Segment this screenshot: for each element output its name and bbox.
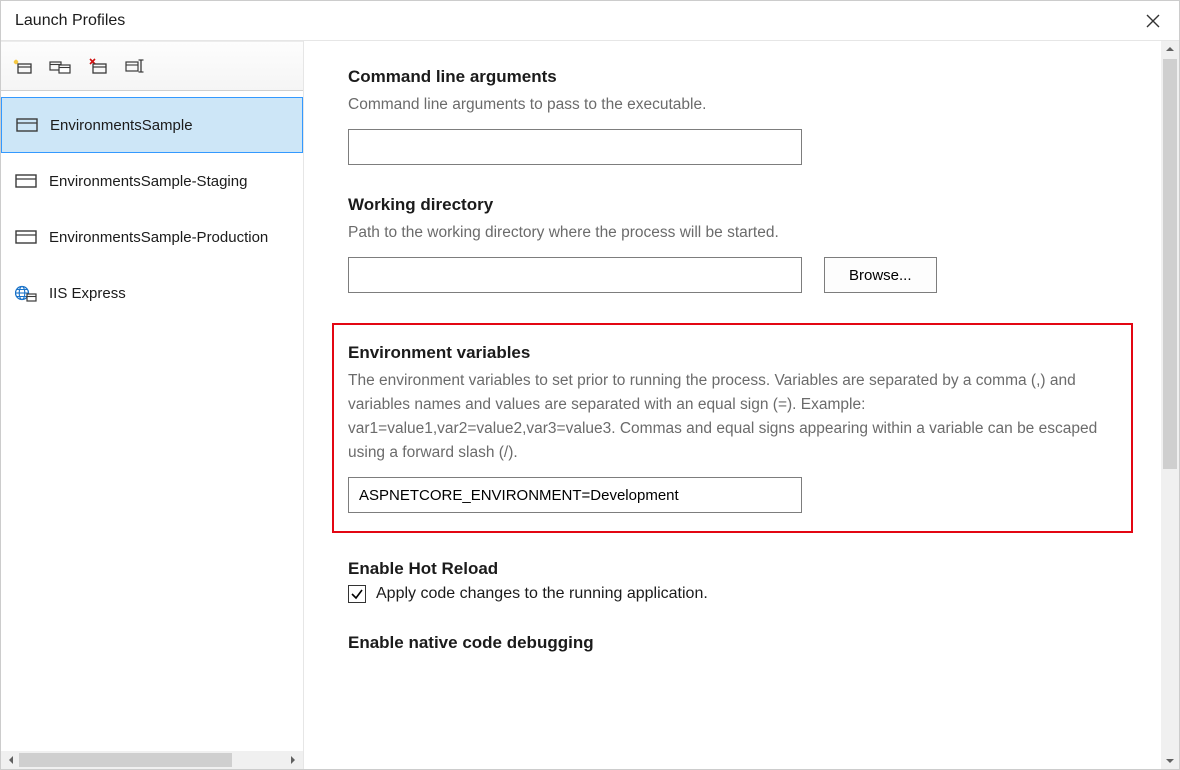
chevron-down-icon <box>1166 757 1174 765</box>
cmdline-args-description: Command line arguments to pass to the ex… <box>348 93 1117 117</box>
settings-content: Command line arguments Command line argu… <box>304 41 1161 769</box>
scroll-right-button[interactable] <box>285 753 301 767</box>
scroll-left-button[interactable] <box>3 753 19 767</box>
delete-profile-icon <box>88 58 108 74</box>
sidebar: EnvironmentsSample EnvironmentsSample-St… <box>1 41 304 769</box>
hot-reload-checkbox-label: Apply code changes to the running applic… <box>376 585 708 603</box>
iis-express-icon <box>15 284 37 302</box>
chevron-right-icon <box>289 756 297 764</box>
checkmark-icon <box>350 587 364 601</box>
sidebar-toolbar <box>1 41 303 91</box>
profile-label: IIS Express <box>49 285 126 302</box>
working-directory-description: Path to the working directory where the … <box>348 221 1117 245</box>
content-pane: Command line arguments Command line argu… <box>304 41 1179 769</box>
duplicate-profile-icon <box>49 58 71 74</box>
project-icon <box>15 229 37 245</box>
new-profile-button[interactable] <box>11 55 33 77</box>
hot-reload-title: Enable Hot Reload <box>348 559 1117 579</box>
delete-profile-button[interactable] <box>87 55 109 77</box>
sidebar-horizontal-scrollbar[interactable] <box>1 751 303 769</box>
environment-variables-input[interactable] <box>348 477 802 513</box>
working-directory-title: Working directory <box>348 195 1117 215</box>
window-title: Launch Profiles <box>15 12 125 30</box>
native-debugging-title: Enable native code debugging <box>348 633 1117 653</box>
working-directory-input[interactable] <box>348 257 802 293</box>
working-directory-section: Working directory Path to the working di… <box>348 195 1117 293</box>
close-icon <box>1146 14 1160 28</box>
rename-profile-icon <box>125 58 147 74</box>
rename-profile-button[interactable] <box>125 55 147 77</box>
project-icon <box>16 117 38 133</box>
hot-reload-section: Enable Hot Reload Apply code changes to … <box>348 559 1117 603</box>
profile-list: EnvironmentsSample EnvironmentsSample-St… <box>1 91 303 751</box>
scroll-thumb[interactable] <box>1163 59 1177 469</box>
close-button[interactable] <box>1139 7 1167 35</box>
cmdline-args-title: Command line arguments <box>348 67 1117 87</box>
chevron-up-icon <box>1166 45 1174 53</box>
environment-variables-description: The environment variables to set prior t… <box>348 369 1117 465</box>
profile-label: EnvironmentsSample-Staging <box>49 173 247 190</box>
profile-item-iis-express[interactable]: IIS Express <box>1 265 303 321</box>
scroll-down-button[interactable] <box>1161 753 1179 769</box>
chevron-left-icon <box>7 756 15 764</box>
scroll-thumb[interactable] <box>19 753 232 767</box>
profile-item-environments-sample-staging[interactable]: EnvironmentsSample-Staging <box>1 153 303 209</box>
environment-variables-highlight: Environment variables The environment va… <box>332 323 1133 533</box>
hot-reload-checkbox[interactable] <box>348 585 366 603</box>
profile-label: EnvironmentsSample <box>50 117 193 134</box>
scroll-up-button[interactable] <box>1161 41 1179 57</box>
project-icon <box>15 173 37 189</box>
profile-label: EnvironmentsSample-Production <box>49 229 268 246</box>
scroll-track[interactable] <box>19 753 285 767</box>
cmdline-args-section: Command line arguments Command line argu… <box>348 67 1117 165</box>
titlebar: Launch Profiles <box>1 1 1179 41</box>
native-debugging-section: Enable native code debugging <box>348 633 1117 653</box>
dialog-body: EnvironmentsSample EnvironmentsSample-St… <box>1 41 1179 769</box>
duplicate-profile-button[interactable] <box>49 55 71 77</box>
profile-item-environments-sample[interactable]: EnvironmentsSample <box>1 97 303 153</box>
environment-variables-title: Environment variables <box>348 343 1117 363</box>
browse-button[interactable]: Browse... <box>824 257 937 293</box>
cmdline-args-input[interactable] <box>348 129 802 165</box>
content-vertical-scrollbar[interactable] <box>1161 41 1179 769</box>
new-profile-icon <box>12 58 32 74</box>
profile-item-environments-sample-production[interactable]: EnvironmentsSample-Production <box>1 209 303 265</box>
